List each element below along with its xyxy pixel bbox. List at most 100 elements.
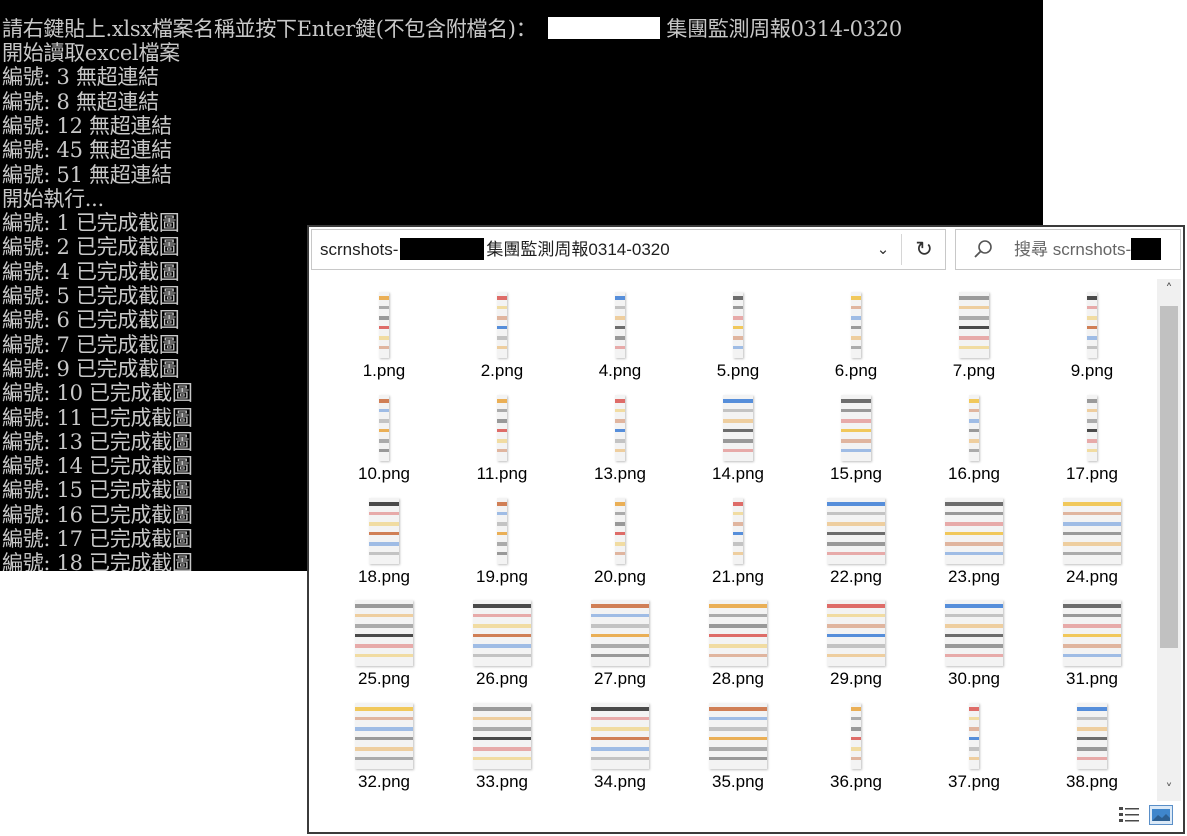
large-icons-view-icon[interactable] <box>1149 805 1173 825</box>
thumbnail-stripe <box>1063 604 1121 609</box>
file-name: 34.png <box>594 772 646 792</box>
file-item[interactable]: 6.png <box>797 279 915 382</box>
file-item[interactable]: 18.png <box>325 485 443 588</box>
file-item[interactable]: 29.png <box>797 587 915 690</box>
file-item[interactable]: 10.png <box>325 382 443 485</box>
file-item[interactable]: 7.png <box>915 279 1033 382</box>
file-name: 4.png <box>598 361 642 380</box>
thumbnail-stripe <box>615 501 625 506</box>
thumbnail-stripe <box>497 501 507 506</box>
file-item[interactable]: 33.png <box>443 690 561 793</box>
file-item[interactable]: 37.png <box>915 690 1033 793</box>
file-item[interactable]: 35.png <box>679 690 797 793</box>
thumbnail-stripe <box>379 346 389 349</box>
console-prompt: 請右鍵貼上.xlsx檔案名稱並按下Enter鍵(不包含附檔名)： <box>2 17 537 41</box>
file-item[interactable]: 30.png <box>915 587 1033 690</box>
file-item[interactable]: 38.png <box>1033 690 1151 793</box>
file-item[interactable]: 28.png <box>679 587 797 690</box>
thumbnail-stripe <box>969 747 979 752</box>
console-line: 編號: 45 無超連結 <box>2 138 172 163</box>
refresh-icon[interactable]: ↻ <box>904 230 944 269</box>
address-bar[interactable]: scrnshots- 集團監測周報0314-0320 ⌄ ↻ <box>311 229 946 270</box>
file-name: 17.png <box>1066 463 1118 483</box>
file-item[interactable]: 1.png <box>325 279 443 382</box>
file-item[interactable]: 14.png <box>679 382 797 485</box>
chevron-down-icon[interactable]: ⌄ <box>868 230 898 269</box>
file-item[interactable]: 26.png <box>443 587 561 690</box>
file-item[interactable]: 36.png <box>797 690 915 793</box>
thumbnail-stripe <box>591 614 649 618</box>
thumbnail-stripe <box>733 296 743 300</box>
vertical-scrollbar[interactable]: ˄ ˅ <box>1157 279 1181 801</box>
file-item[interactable]: 34.png <box>561 690 679 793</box>
thumbnail-stripe <box>615 326 625 329</box>
file-name: 23.png <box>948 566 1000 586</box>
thumbnail-stripe <box>969 727 979 732</box>
file-thumbnail <box>355 600 413 667</box>
thumbnail-stripe <box>827 521 885 526</box>
file-item[interactable]: 21.png <box>679 485 797 588</box>
thumbnail-stripe <box>851 757 861 761</box>
thumbnail-stripe <box>355 604 413 609</box>
file-item[interactable]: 2.png <box>443 279 561 382</box>
search-box[interactable]: 搜尋 scrnshots- <box>955 229 1181 270</box>
scrollbar-thumb[interactable] <box>1160 306 1178 648</box>
thumbnail-stripe <box>473 707 531 712</box>
thumbnail-stripe <box>709 644 767 649</box>
console-line: 編號: 16 已完成截圖 <box>2 502 193 527</box>
file-item[interactable]: 15.png <box>797 382 915 485</box>
file-item[interactable]: 22.png <box>797 485 915 588</box>
file-item[interactable]: 13.png <box>561 382 679 485</box>
thumbnail-stripe <box>709 654 767 658</box>
console-line: 編號: 13 已完成截圖 <box>2 429 193 454</box>
scroll-down-icon[interactable]: ˅ <box>1157 779 1181 801</box>
thumbnail-stripe <box>355 707 413 712</box>
thumbnail-stripe <box>733 336 743 340</box>
details-view-icon[interactable] <box>1118 805 1140 825</box>
thumbnail-stripe <box>827 624 885 629</box>
file-item[interactable]: 20.png <box>561 485 679 588</box>
thumbnail-stripe <box>851 737 861 741</box>
console-line: 編號: 6 已完成截圖 <box>2 308 180 333</box>
thumbnail-stripe <box>615 541 625 546</box>
file-item[interactable]: 16.png <box>915 382 1033 485</box>
thumbnail-stripe <box>733 521 743 526</box>
thumbnail-stripe <box>827 644 885 649</box>
file-item[interactable]: 19.png <box>443 485 561 588</box>
thumbnail-stripe <box>591 707 649 712</box>
thumbnail-stripe <box>1063 644 1121 649</box>
file-item[interactable]: 27.png <box>561 587 679 690</box>
file-item[interactable]: 11.png <box>443 382 561 485</box>
file-item[interactable]: 9.png <box>1033 279 1151 382</box>
thumbnail-stripe <box>851 346 861 349</box>
file-item[interactable]: 23.png <box>915 485 1033 588</box>
thumbnail-stripe <box>615 316 625 320</box>
file-name: 31.png <box>1066 669 1118 689</box>
address-path[interactable]: scrnshots- 集團監測周報0314-0320 <box>320 230 670 269</box>
thumbnail-stripe <box>945 521 1003 526</box>
file-item[interactable]: 4.png <box>561 279 679 382</box>
thumbnail-stripe <box>969 408 979 412</box>
thumbnail-stripe <box>1087 408 1097 412</box>
file-thumbnail <box>369 497 399 564</box>
file-item[interactable]: 5.png <box>679 279 797 382</box>
thumbnail-stripe <box>959 336 989 340</box>
thumbnail-stripe <box>379 336 389 340</box>
file-item[interactable]: 25.png <box>325 587 443 690</box>
thumbnail-stripe <box>369 531 399 535</box>
thumbnail-stripe <box>709 727 767 732</box>
file-item[interactable]: 17.png <box>1033 382 1151 485</box>
file-item[interactable]: 31.png <box>1033 587 1151 690</box>
thumbnail-stripe <box>709 634 767 638</box>
thumbnail-stripe <box>355 624 413 629</box>
thumbnail-stripe <box>473 624 531 629</box>
thumbnail-stripe <box>615 408 625 412</box>
file-thumbnail <box>355 703 413 770</box>
file-thumbnail <box>709 703 767 770</box>
thumbnail-stripe <box>959 306 989 309</box>
file-item[interactable]: 24.png <box>1033 485 1151 588</box>
file-item[interactable]: 32.png <box>325 690 443 793</box>
thumbnail-stripe <box>723 398 753 403</box>
scroll-up-icon[interactable]: ˄ <box>1157 279 1181 301</box>
thumbnail-stripe <box>497 346 507 349</box>
